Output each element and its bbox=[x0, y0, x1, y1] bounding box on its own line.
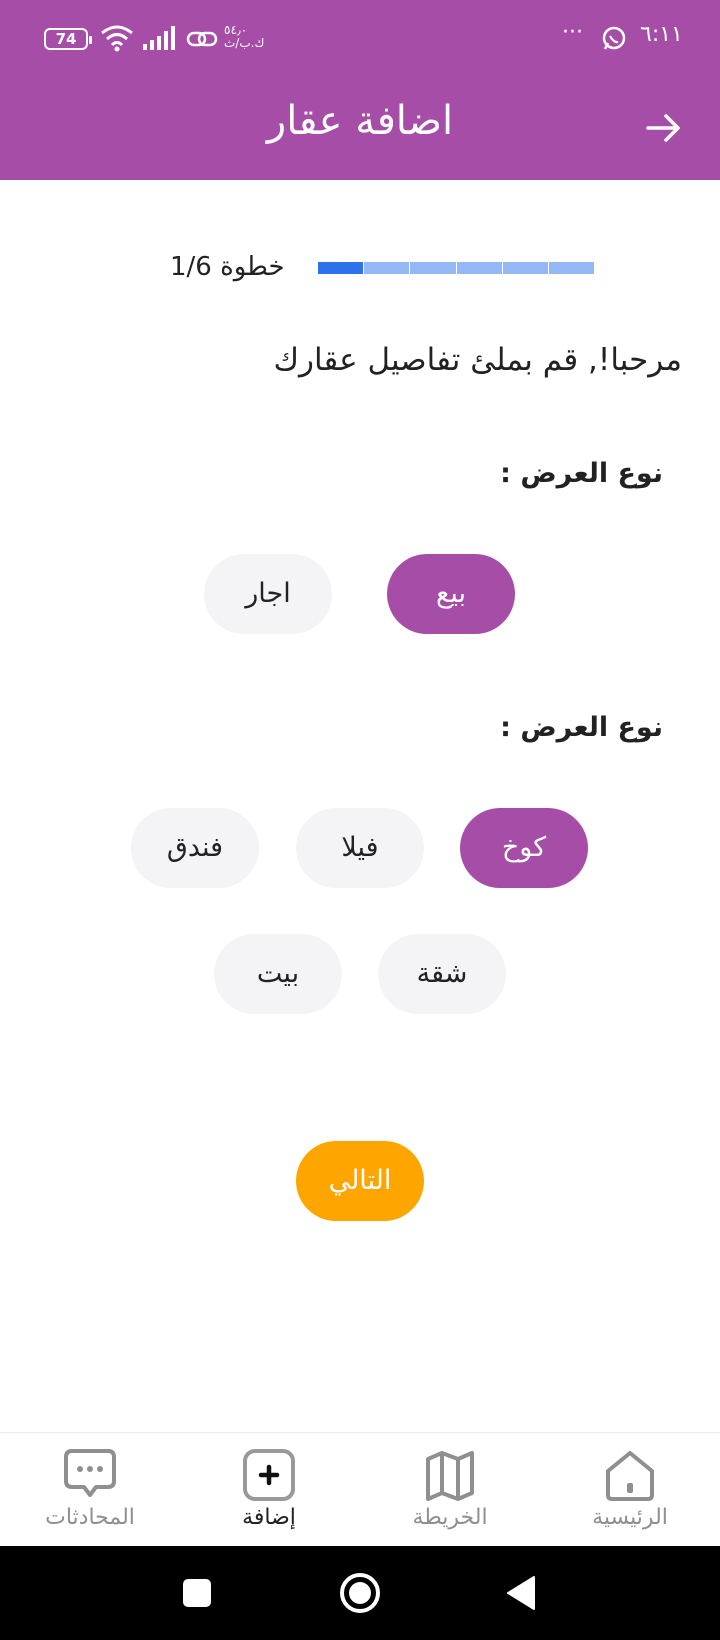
bottom-nav: الرئيسية الخريطة إضافة المحادثات bbox=[0, 1432, 720, 1546]
progress-segment bbox=[547, 262, 594, 274]
add-icon bbox=[239, 1447, 299, 1503]
home-icon bbox=[600, 1447, 660, 1503]
wifi-icon bbox=[100, 24, 134, 52]
progress-segment bbox=[363, 262, 409, 274]
back-triangle-icon[interactable] bbox=[500, 1570, 546, 1616]
link-icon bbox=[186, 28, 218, 50]
nav-item-home[interactable]: الرئيسية bbox=[560, 1433, 700, 1547]
nav-label-add: إضافة bbox=[242, 1505, 296, 1530]
status-time: ٦:١١ bbox=[640, 22, 683, 47]
progress-bar bbox=[318, 262, 594, 274]
offer-type-label: نوع العرض : bbox=[500, 458, 663, 489]
nav-item-chats[interactable]: المحادثات bbox=[20, 1433, 160, 1547]
property-option-apartment[interactable]: شقة bbox=[378, 934, 506, 1014]
nav-item-map[interactable]: الخريطة bbox=[380, 1433, 520, 1547]
status-bar: ٦:١١ ··· 74 ٥٤٫٠ ك.ب/ث bbox=[0, 0, 720, 78]
signal-icon bbox=[142, 26, 176, 50]
welcome-text: مرحبا!, قم بملئ تفاصيل عقارك bbox=[273, 342, 682, 378]
progress-segment bbox=[409, 262, 455, 274]
network-speed: ٥٤٫٠ ك.ب/ث bbox=[224, 23, 265, 50]
app-bar: اضافة عقار bbox=[0, 78, 720, 180]
step-label: خطوة 1/6 bbox=[170, 252, 285, 282]
progress-segment bbox=[318, 262, 364, 274]
next-button[interactable]: التالي bbox=[296, 1141, 424, 1221]
property-type-label: نوع العرض : bbox=[500, 712, 663, 743]
nav-label-map: الخريطة bbox=[412, 1505, 488, 1530]
page-title: اضافة عقار bbox=[266, 98, 454, 144]
property-option-villa[interactable]: فيلا bbox=[296, 808, 424, 888]
whatsapp-notification-icon bbox=[600, 24, 628, 52]
progress-segment bbox=[455, 262, 502, 274]
system-nav-bar bbox=[0, 1546, 720, 1640]
arrow-right-icon[interactable] bbox=[644, 108, 684, 148]
property-option-hotel[interactable]: فندق bbox=[131, 808, 259, 888]
recents-icon[interactable] bbox=[174, 1570, 220, 1616]
map-icon bbox=[420, 1447, 480, 1503]
offer-option-sale[interactable]: بيع bbox=[387, 554, 515, 634]
property-option-house[interactable]: بيت bbox=[214, 934, 342, 1014]
home-circle-icon[interactable] bbox=[337, 1570, 383, 1616]
chat-icon bbox=[60, 1447, 120, 1503]
step-progress: خطوة 1/6 bbox=[0, 250, 720, 290]
progress-segment bbox=[501, 262, 548, 274]
nav-label-home: الرئيسية bbox=[592, 1505, 668, 1530]
more-notifications: ··· bbox=[562, 20, 583, 45]
battery-indicator: 74 bbox=[44, 28, 92, 50]
offer-option-rent[interactable]: اجار bbox=[204, 554, 332, 634]
property-option-cottage[interactable]: كوخ bbox=[460, 808, 588, 888]
nav-item-add[interactable]: إضافة bbox=[199, 1433, 339, 1547]
nav-label-chats: المحادثات bbox=[45, 1505, 135, 1530]
